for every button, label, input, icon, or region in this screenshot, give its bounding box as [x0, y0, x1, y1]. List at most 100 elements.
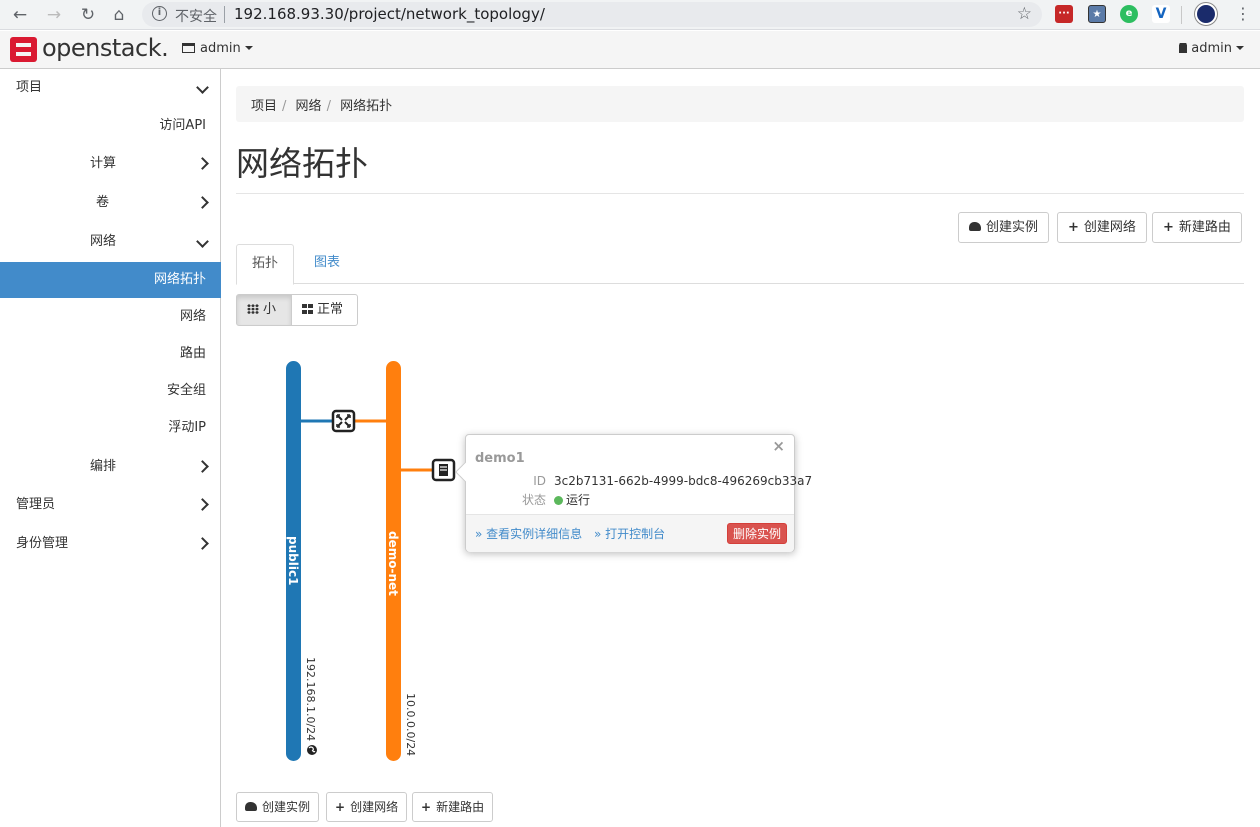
status-text: 运行	[566, 493, 591, 507]
create-router-label: 新建路由	[1178, 220, 1231, 235]
project-switcher[interactable]: admin	[182, 41, 253, 56]
small-view-button[interactable]: 小	[236, 294, 292, 326]
sidebar-item-api-access[interactable]: 访问API	[0, 108, 221, 144]
launch-instance-button[interactable]: 创建实例	[958, 212, 1050, 243]
user-menu[interactable]: admin	[1179, 41, 1244, 56]
chevron-right-icon	[196, 185, 209, 221]
globe-icon	[307, 745, 317, 755]
create-network-label: 创建网络	[1083, 220, 1136, 235]
sidebar-item-label: 网络	[179, 309, 206, 324]
back-icon[interactable]: ←	[8, 3, 32, 27]
breadcrumb-item-current: 网络拓扑	[340, 99, 393, 114]
sidebar-item-admin[interactable]: 管理员	[0, 487, 221, 523]
profile-avatar[interactable]	[1195, 3, 1217, 25]
page-title: 网络拓扑	[236, 144, 368, 183]
network-name-public1: public1	[286, 536, 300, 585]
sidebar-item-compute[interactable]: 计算	[0, 146, 221, 182]
create-network-button[interactable]: + 创建网络	[1057, 212, 1147, 243]
extension-icon[interactable]: ★	[1088, 5, 1106, 23]
create-router-button[interactable]: + 新建路由	[1152, 212, 1242, 243]
create-network-label: 创建网络	[350, 800, 399, 814]
insecure-label: 不安全	[175, 9, 217, 25]
info-icon[interactable]: i	[152, 6, 167, 21]
cloud-upload-icon	[245, 802, 257, 811]
launch-instance-label: 创建实例	[262, 800, 311, 814]
launch-instance-button-bottom[interactable]: 创建实例	[236, 792, 320, 822]
address-divider	[224, 6, 225, 23]
reload-icon[interactable]: ↻	[76, 3, 100, 27]
sidebar-item-label: 网络拓扑	[153, 272, 206, 287]
user-icon	[1179, 43, 1188, 53]
sidebar-item-identity[interactable]: 身份管理	[0, 526, 221, 562]
chevron-right-icon	[196, 487, 209, 523]
tab-graph[interactable]: 图表	[299, 244, 355, 284]
sidebar-item-label: 浮动IP	[168, 420, 206, 435]
sidebar-item-label: 访问API	[159, 118, 206, 133]
extension-icon[interactable]: V	[1152, 5, 1170, 23]
open-console-link[interactable]: » 打开控制台	[594, 525, 665, 542]
grid-small-icon	[247, 304, 259, 314]
openstack-logo-icon	[10, 37, 37, 62]
sidebar-item-label: 管理员	[16, 497, 56, 512]
sidebar-item-label: 项目	[16, 80, 43, 95]
instance-status-value: 运行	[554, 491, 590, 508]
sidebar-item-label: 网络	[90, 234, 117, 249]
router-icon[interactable]	[331, 409, 356, 433]
sidebar-item-network-group[interactable]: 网络	[0, 224, 221, 260]
create-router-label: 新建路由	[436, 800, 485, 814]
delete-instance-button[interactable]: 删除实例	[727, 523, 788, 544]
tab-topology[interactable]: 拓扑	[236, 244, 295, 285]
address-bar[interactable]: i 不安全 192.168.93.30/project/network_topo…	[142, 2, 1042, 27]
cloud-upload-icon	[969, 222, 981, 231]
server-icon[interactable]	[431, 458, 456, 482]
close-icon[interactable]: ×	[772, 437, 785, 455]
plus-icon: +	[1163, 220, 1174, 235]
plus-icon: +	[335, 800, 346, 814]
extension-icon[interactable]: ···	[1055, 5, 1073, 23]
sidebar-item-network-topology[interactable]: 网络拓扑	[0, 262, 221, 298]
evernote-icon[interactable]: e	[1120, 5, 1138, 23]
title-divider	[236, 193, 1244, 194]
network-name-demo-net: demo-net	[386, 531, 400, 596]
sidebar-item-floating-ips[interactable]: 浮动IP	[0, 410, 221, 446]
browser-toolbar: ← → ↻ ⌂ i 不安全 192.168.93.30/project/netw…	[0, 0, 1260, 30]
normal-view-button[interactable]: 正常	[291, 294, 358, 326]
brand-logo-text[interactable]: openstack.	[42, 34, 169, 62]
view-tabs: 拓扑 图表	[236, 244, 1244, 285]
breadcrumb-item[interactable]: 网络	[296, 99, 322, 114]
network-cidr-public1: 192.168.1.0/24	[304, 657, 317, 741]
view-instance-details-link[interactable]: » 查看实例详细信息	[475, 525, 582, 542]
url-text[interactable]: 192.168.93.30/project/network_topology/	[234, 5, 545, 23]
create-network-button-bottom[interactable]: + 创建网络	[326, 792, 408, 822]
status-dot-icon	[554, 496, 563, 505]
sidebar-item-security-groups[interactable]: 安全组	[0, 373, 221, 409]
create-router-button-bottom[interactable]: + 新建路由	[412, 792, 494, 822]
instance-id-value: 3c2b7131-662b-4999-bdc8-496269cb33a7	[554, 474, 813, 488]
sidebar-item-orchestration[interactable]: 编排	[0, 449, 221, 485]
project-name: admin	[200, 41, 241, 56]
popup-footer: » 查看实例详细信息 » 打开控制台 删除实例	[466, 514, 794, 552]
chevron-down-icon	[196, 224, 209, 260]
instance-name: demo1	[475, 451, 525, 466]
sidebar-item-networks[interactable]: 网络	[0, 299, 221, 335]
bookmark-star-icon[interactable]: ☆	[1017, 4, 1032, 24]
sidebar-item-volumes[interactable]: 卷	[0, 185, 221, 221]
breadcrumb-item[interactable]: 项目	[251, 99, 277, 114]
user-name: admin	[1191, 41, 1232, 56]
small-view-label: 小	[263, 302, 277, 317]
forward-icon[interactable]: →	[42, 3, 66, 27]
home-icon[interactable]: ⌂	[107, 3, 131, 27]
sidebar-item-routers[interactable]: 路由	[0, 336, 221, 372]
network-demo-net[interactable]: demo-net 10.0.0.0/24	[386, 361, 417, 761]
instance-popup: × demo1 ID 3c2b7131-662b-4999-bdc8-49626…	[455, 434, 812, 552]
instance-id-label: ID	[533, 474, 546, 488]
sidebar-item-label: 计算	[90, 156, 117, 171]
launch-instance-label: 创建实例	[986, 220, 1039, 235]
plus-icon: +	[1068, 220, 1079, 235]
sidebar-item-project[interactable]: 项目	[0, 70, 221, 106]
sidebar-item-label: 编排	[90, 459, 117, 474]
normal-view-label: 正常	[317, 302, 344, 317]
network-cidr-demo-net: 10.0.0.0/24	[404, 693, 417, 756]
browser-menu-icon[interactable]: ⋮	[1235, 4, 1251, 23]
sidebar-item-label: 路由	[179, 346, 206, 361]
